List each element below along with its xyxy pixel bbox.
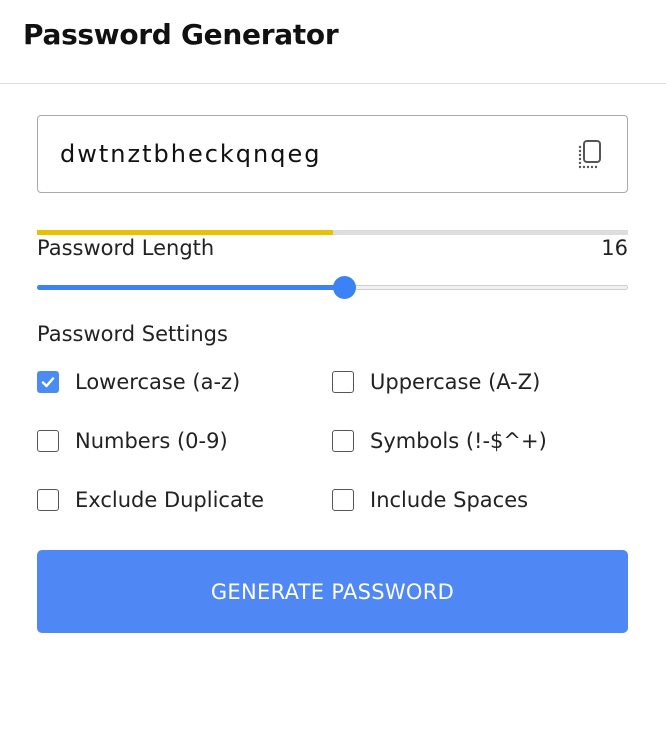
- settings-title: Password Settings: [37, 322, 228, 346]
- check-icon: [41, 376, 55, 387]
- header: Password Generator: [0, 0, 666, 84]
- checkbox[interactable]: [37, 488, 59, 511]
- slider-fill: [37, 285, 345, 290]
- length-value: 16: [601, 236, 628, 260]
- strength-meter-fill: [37, 230, 333, 235]
- length-row: Password Length 16: [37, 236, 628, 266]
- length-slider[interactable]: [37, 276, 628, 300]
- strength-meter: [37, 230, 628, 235]
- option-label: Include Spaces: [370, 487, 529, 512]
- checkbox[interactable]: [332, 488, 354, 511]
- option-label: Exclude Duplicate: [75, 487, 264, 512]
- option-symbols[interactable]: Symbols (!-$^+): [332, 425, 627, 456]
- option-exclude-duplicate[interactable]: Exclude Duplicate: [37, 484, 332, 515]
- copy-icon[interactable]: [575, 138, 605, 170]
- option-include-spaces[interactable]: Include Spaces: [332, 484, 627, 515]
- option-uppercase[interactable]: Uppercase (A-Z): [332, 366, 627, 397]
- checkbox-checked[interactable]: [37, 370, 59, 393]
- option-numbers[interactable]: Numbers (0-9): [37, 425, 332, 456]
- checkbox[interactable]: [332, 370, 354, 393]
- checkbox[interactable]: [332, 429, 354, 452]
- checkbox[interactable]: [37, 429, 59, 452]
- option-label: Lowercase (a-z): [75, 369, 241, 394]
- generate-password-button[interactable]: GENERATE PASSWORD: [37, 550, 628, 633]
- option-label: Numbers (0-9): [75, 428, 228, 453]
- option-label: Symbols (!-$^+): [370, 428, 547, 453]
- password-display: [37, 115, 628, 193]
- generator-panel: Password Length 16 Password Settings Low…: [37, 115, 628, 633]
- password-field[interactable]: [60, 138, 560, 170]
- option-lowercase[interactable]: Lowercase (a-z): [37, 366, 332, 397]
- slider-thumb[interactable]: [333, 276, 357, 299]
- settings-options: Lowercase (a-z) Uppercase (A-Z) Numbers …: [37, 366, 628, 515]
- page-title: Password Generator: [23, 18, 339, 51]
- option-label: Uppercase (A-Z): [370, 369, 541, 394]
- length-label: Password Length: [37, 236, 215, 260]
